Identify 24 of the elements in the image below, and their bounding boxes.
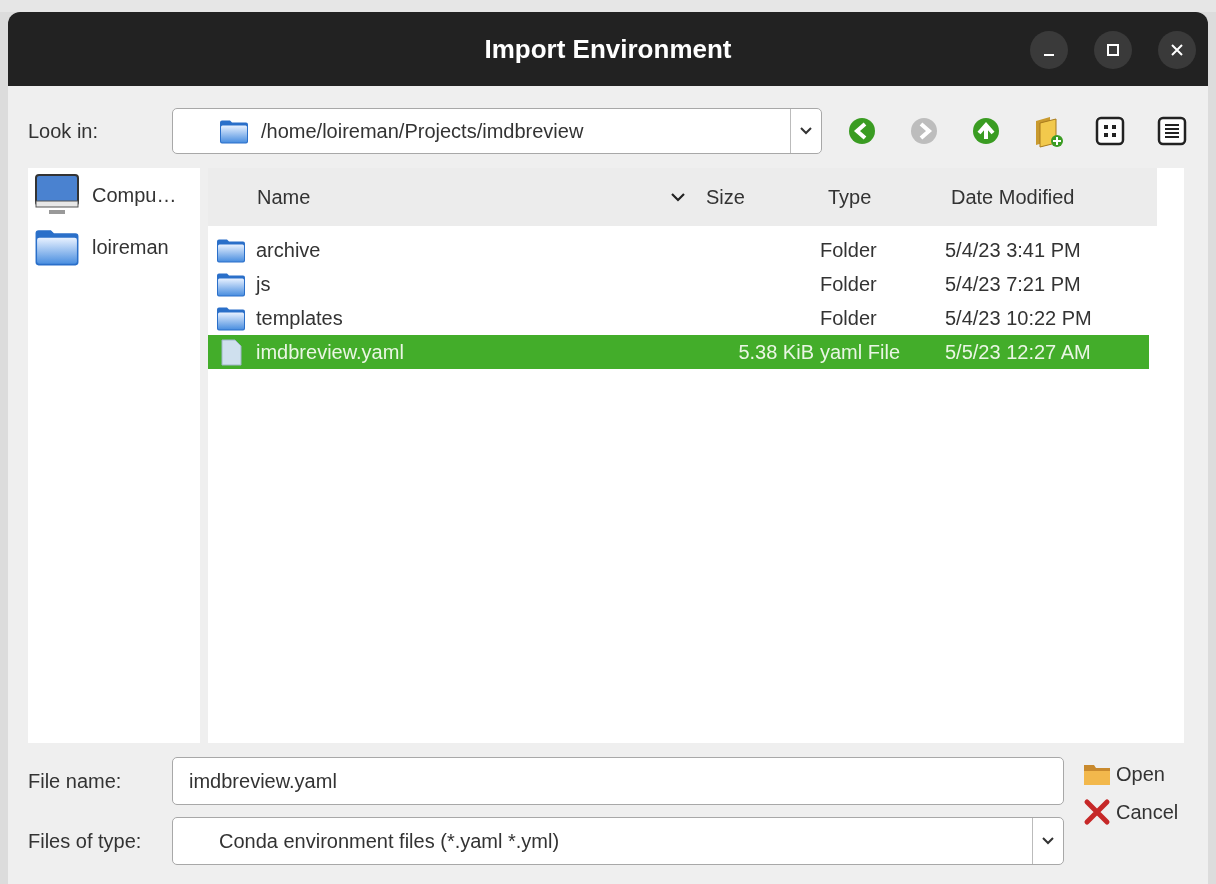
caret-icon — [800, 127, 812, 135]
file-type-label: Files of type: — [28, 829, 143, 853]
file-row[interactable]: archive Folder 5/4/23 3:41 PM — [208, 233, 1149, 267]
column-header[interactable]: Size — [700, 185, 820, 209]
look-in-label: Look in: — [28, 119, 100, 143]
file-name-field[interactable]: imdbreview.yaml — [172, 757, 1064, 805]
location-dropdown[interactable]: /home/loireman/Projects/imdbreview — [172, 108, 822, 154]
sidebar-item[interactable]: Compu… — [34, 172, 200, 218]
caret-icon — [1042, 837, 1054, 845]
sidebar-item[interactable]: loireman — [34, 224, 200, 270]
maximize-icon[interactable] — [1094, 31, 1132, 69]
open-button[interactable]: Open — [1082, 757, 1192, 791]
file-name-label: File name: — [28, 769, 123, 793]
monitor-icon — [34, 173, 80, 217]
cross-icon — [1082, 797, 1112, 827]
column-header[interactable]: Date Modified — [945, 185, 1157, 209]
file-type-dropdown[interactable]: Conda environment files (*.yaml *.yml) — [172, 817, 1064, 865]
column-header[interactable]: Name — [208, 185, 700, 209]
cancel-button[interactable]: Cancel — [1082, 795, 1192, 829]
file-row[interactable]: js Folder 5/4/23 7:21 PM — [208, 267, 1149, 301]
column-header[interactable]: Type — [820, 185, 945, 209]
window-title: Import Environment — [484, 33, 732, 65]
close-icon[interactable] — [1158, 31, 1196, 69]
file-row[interactable]: templates Folder 5/4/23 10:22 PM — [208, 301, 1149, 335]
